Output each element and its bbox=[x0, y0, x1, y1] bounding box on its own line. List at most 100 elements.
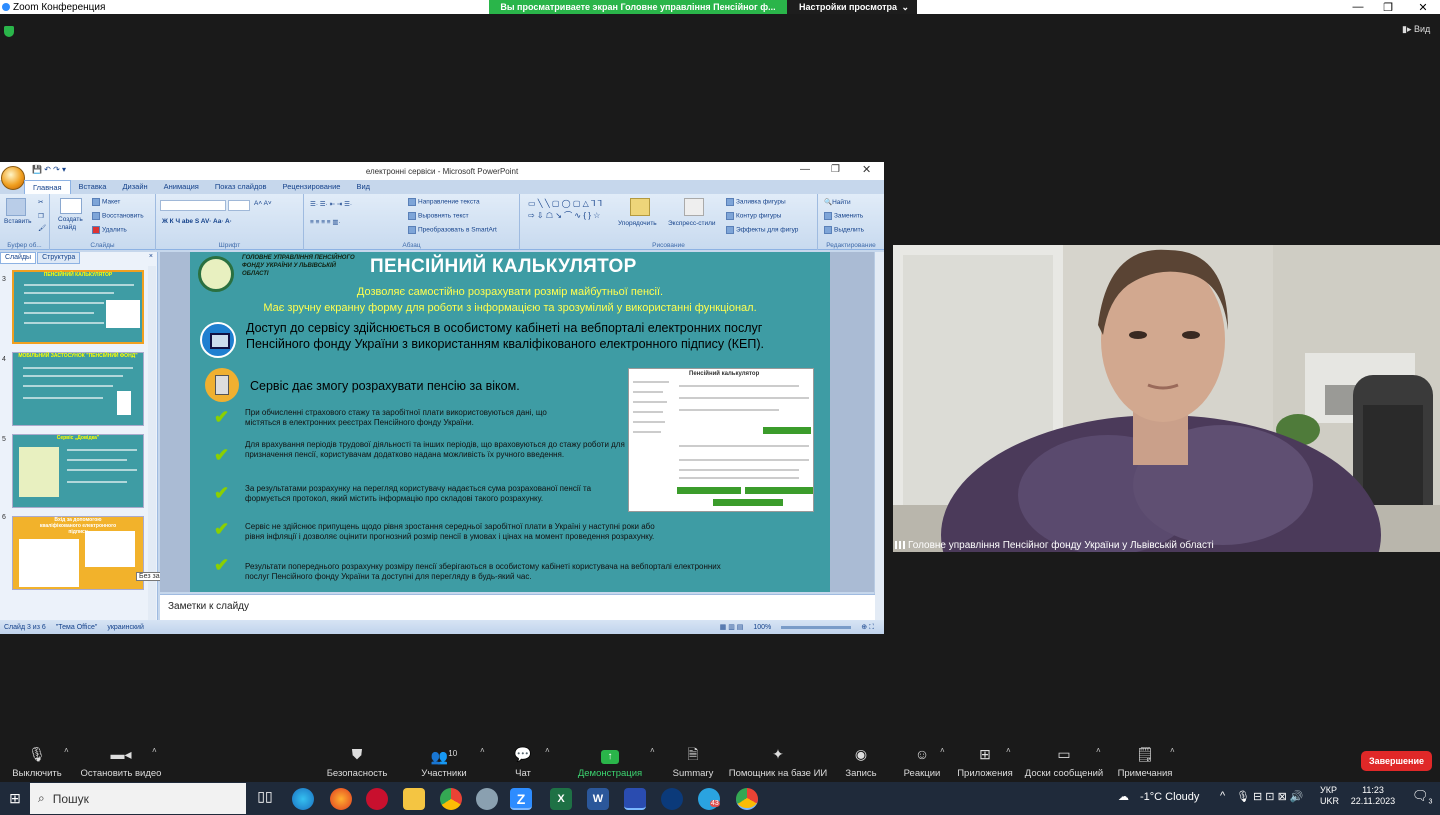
zoom-slider[interactable] bbox=[781, 625, 852, 629]
smartart-button[interactable]: Преобразовать в SmartArt bbox=[408, 226, 497, 234]
thumbnail-slide-4[interactable]: МОБІЛЬНИЙ ЗАСТОСУНОК "ПЕНСІЙНИЙ ФОНД" bbox=[12, 352, 144, 426]
reactions-caret[interactable]: ˄ bbox=[940, 746, 945, 755]
participants-caret[interactable]: ˄ bbox=[480, 746, 485, 755]
tray-overflow-icon[interactable]: ^ bbox=[1220, 790, 1225, 802]
share-caret[interactable]: ˄ bbox=[650, 746, 655, 755]
firefox-icon[interactable] bbox=[330, 788, 352, 810]
taskbar-search[interactable]: ⌕ Пошук bbox=[30, 783, 246, 814]
restore-slide-button[interactable]: Восстановить bbox=[92, 212, 144, 220]
list-buttons[interactable]: ☰· ☰· ⇤ ⇥ ☰· bbox=[310, 200, 352, 208]
clock[interactable]: 11:23 22.11.2023 bbox=[1348, 785, 1398, 807]
minimize-button[interactable]: — bbox=[1343, 0, 1373, 14]
opera-icon[interactable] bbox=[366, 788, 388, 810]
record-button[interactable]: ◉ Запись bbox=[842, 746, 880, 779]
close-button[interactable]: ✕ bbox=[1408, 0, 1438, 14]
ppt-minimize-button[interactable]: — bbox=[800, 164, 810, 175]
format-painter-icon[interactable]: 🖌 bbox=[38, 224, 46, 232]
notification-icon[interactable]: 🗨3 bbox=[1412, 788, 1432, 806]
shape-outline-button[interactable]: Контур фигуры bbox=[726, 212, 781, 220]
notes-area[interactable]: Заметки к слайду bbox=[160, 594, 875, 622]
chrome-icon[interactable] bbox=[440, 788, 462, 810]
weather-text[interactable]: -1°C Cloudy bbox=[1140, 791, 1199, 803]
zoom-app-icon[interactable]: Z bbox=[510, 788, 532, 810]
copy-icon[interactable]: ❐ bbox=[38, 212, 44, 220]
fit-window-icon[interactable]: ⊕ ⛶ bbox=[861, 623, 874, 632]
app-icon[interactable] bbox=[661, 788, 683, 810]
tab-view[interactable]: Вид bbox=[348, 180, 378, 194]
office-button[interactable] bbox=[1, 166, 25, 190]
font-name-select[interactable] bbox=[160, 200, 226, 211]
file-explorer-icon[interactable] bbox=[403, 788, 425, 810]
edge-icon[interactable] bbox=[292, 788, 314, 810]
paste-button[interactable]: Вставить bbox=[4, 218, 32, 225]
grow-font-icon[interactable]: A˄ A˅ bbox=[254, 200, 272, 207]
windows-start-icon[interactable]: ⊞ bbox=[0, 782, 30, 815]
thumbnail-slide-6[interactable]: Вхід за допомогою кваліфікованого електр… bbox=[12, 516, 144, 590]
reactions-button[interactable]: ☺ Реакции bbox=[902, 746, 942, 779]
shape-fill-button[interactable]: Заливка фигуры bbox=[726, 198, 786, 206]
chrome-icon[interactable] bbox=[736, 788, 758, 810]
paste-icon[interactable] bbox=[6, 198, 26, 216]
thumbnail-scrollbar[interactable] bbox=[148, 266, 156, 621]
status-zoom[interactable]: 100% bbox=[753, 624, 771, 631]
apps-caret[interactable]: ˄ bbox=[1006, 746, 1011, 755]
word-icon[interactable]: W bbox=[587, 788, 609, 810]
shape-effects-button[interactable]: Эффекты для фигур bbox=[726, 226, 798, 234]
thumbnail-slide-5[interactable]: Сервіс „Довідка" bbox=[12, 434, 144, 508]
summary-button[interactable]: 🗎 Summary bbox=[670, 746, 716, 779]
view-menu-button[interactable]: ▮▸ Вид bbox=[1402, 24, 1430, 35]
tab-design[interactable]: Дизайн bbox=[114, 180, 155, 194]
quick-styles-button[interactable]: Экспресс-стили bbox=[668, 220, 716, 227]
align-text-button[interactable]: Выровнять текст bbox=[408, 212, 469, 220]
ppt-close-button[interactable]: ✕ bbox=[862, 163, 871, 176]
delete-slide-button[interactable]: Удалить bbox=[92, 226, 127, 234]
replace-button[interactable]: Заменить bbox=[824, 212, 863, 220]
save-icon[interactable] bbox=[624, 788, 646, 810]
video-options-caret[interactable]: ˄ bbox=[152, 746, 157, 755]
tab-insert[interactable]: Вставка bbox=[71, 180, 115, 194]
text-direction-button[interactable]: Направление текста bbox=[408, 198, 480, 206]
participant-video[interactable] bbox=[893, 245, 1440, 552]
slide-scrollbar[interactable] bbox=[874, 252, 884, 622]
shapes-gallery[interactable]: ▭ ╲ ╲ ▢ ◯ ▢ △ ⅂ ⅂ ⇨ ⇩ ☖ ↘ ⌒ ∿ { } ☆ bbox=[528, 198, 610, 222]
excel-icon[interactable]: X bbox=[550, 788, 572, 810]
arrange-icon[interactable] bbox=[630, 198, 650, 216]
arrange-button[interactable]: Упорядочить bbox=[618, 220, 657, 227]
weather-icon[interactable]: ☁ bbox=[1118, 790, 1129, 803]
align-buttons[interactable]: ≡ ≡ ≡ ≡ ▥· bbox=[310, 218, 341, 226]
stop-video-button[interactable]: ▬◂ Остановить видео bbox=[80, 746, 162, 779]
chat-button[interactable]: 💬 Чат bbox=[508, 746, 538, 779]
quick-styles-icon[interactable] bbox=[684, 198, 704, 216]
security-button[interactable]: ⛊ Безопасность bbox=[326, 746, 388, 779]
view-settings-button[interactable]: Настройки просмотра ⌄ bbox=[787, 0, 917, 14]
telegram-icon[interactable]: 43 bbox=[698, 788, 720, 810]
current-slide[interactable]: ГОЛОВНЕ УПРАВЛІННЯ ПЕНСІЙНОГО ФОНДУ УКРА… bbox=[190, 252, 830, 592]
notes-caret[interactable]: ˄ bbox=[1170, 746, 1175, 755]
ai-companion-button[interactable]: ✦ Помощник на базе ИИ bbox=[728, 746, 828, 779]
tab-review[interactable]: Рецензирование bbox=[275, 180, 349, 194]
chat-caret[interactable]: ˄ bbox=[545, 746, 550, 755]
app-icon[interactable] bbox=[476, 788, 498, 810]
tray-icons[interactable]: 🎙 ⊟ ⊡ ⊠ 🔊 bbox=[1236, 790, 1304, 803]
ppt-restore-button[interactable]: ❐ bbox=[831, 164, 840, 175]
audio-options-caret[interactable]: ˄ bbox=[64, 746, 69, 755]
tab-home[interactable]: Главная bbox=[24, 180, 71, 194]
thumbnail-slide-3[interactable]: ПЕНСІЙНИЙ КАЛЬКУЛЯТОР bbox=[12, 270, 144, 344]
whiteboards-caret[interactable]: ˄ bbox=[1096, 746, 1101, 755]
cut-icon[interactable]: ✂ bbox=[38, 198, 43, 206]
tab-slides[interactable]: Слайды bbox=[0, 252, 37, 264]
select-button[interactable]: Выделить bbox=[824, 226, 864, 234]
layout-button[interactable]: Макет bbox=[92, 198, 120, 206]
task-view-icon[interactable]: ▯▯ bbox=[254, 788, 276, 810]
end-meeting-button[interactable]: Завершение bbox=[1361, 751, 1432, 771]
notes-button[interactable]: 🗒 Примечания bbox=[1116, 746, 1174, 779]
tab-outline[interactable]: Структура bbox=[37, 252, 81, 264]
participants-button[interactable]: 👥10 Участники bbox=[418, 746, 470, 779]
find-button[interactable]: 🔍Найти bbox=[824, 198, 851, 206]
whiteboards-button[interactable]: ▭ Доски сообщений bbox=[1024, 746, 1104, 779]
close-panel-icon[interactable]: × bbox=[145, 252, 157, 264]
tab-slideshow[interactable]: Показ слайдов bbox=[207, 180, 275, 194]
new-slide-icon[interactable] bbox=[60, 198, 82, 214]
security-shield-icon[interactable] bbox=[4, 26, 14, 37]
font-format-buttons[interactable]: Ж К Ч abe S AV· Aa· A· bbox=[162, 218, 232, 225]
